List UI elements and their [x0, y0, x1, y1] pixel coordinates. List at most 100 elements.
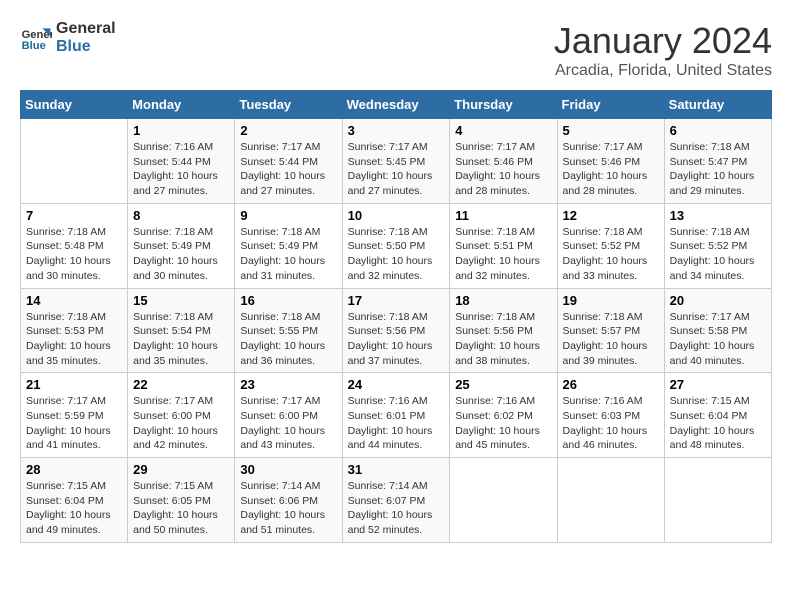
- day-info: Sunrise: 7:18 AMSunset: 5:47 PMDaylight:…: [670, 140, 766, 199]
- week-row-3: 14 Sunrise: 7:18 AMSunset: 5:53 PMDayligh…: [21, 288, 772, 373]
- calendar-cell: 24 Sunrise: 7:16 AMSunset: 6:01 PMDayligh…: [342, 373, 450, 458]
- logo-icon: General Blue: [20, 22, 52, 54]
- week-row-1: 1Sunrise: 7:16 AMSunset: 5:44 PMDaylight…: [21, 119, 772, 204]
- header-day-thursday: Thursday: [450, 91, 557, 119]
- day-number: 11: [455, 208, 551, 223]
- calendar-cell: 9 Sunrise: 7:18 AMSunset: 5:49 PMDaylight…: [235, 203, 342, 288]
- day-info: Sunrise: 7:14 AMSunset: 6:07 PMDaylight:…: [348, 479, 445, 538]
- day-info: Sunrise: 7:18 AMSunset: 5:56 PMDaylight:…: [348, 310, 445, 369]
- calendar-cell: 1Sunrise: 7:16 AMSunset: 5:44 PMDaylight…: [128, 119, 235, 204]
- day-info: Sunrise: 7:18 AMSunset: 5:57 PMDaylight:…: [563, 310, 659, 369]
- day-number: 27: [670, 377, 766, 392]
- calendar-cell: [664, 458, 771, 543]
- day-info: Sunrise: 7:18 AMSunset: 5:54 PMDaylight:…: [133, 310, 229, 369]
- day-info: Sunrise: 7:18 AMSunset: 5:49 PMDaylight:…: [240, 225, 336, 284]
- day-number: 17: [348, 293, 445, 308]
- calendar-cell: 11Sunrise: 7:18 AMSunset: 5:51 PMDayligh…: [450, 203, 557, 288]
- calendar-cell: 13 Sunrise: 7:18 AMSunset: 5:52 PMDayligh…: [664, 203, 771, 288]
- day-info: Sunrise: 7:17 AMSunset: 6:00 PMDaylight:…: [240, 394, 336, 453]
- header-day-sunday: Sunday: [21, 91, 128, 119]
- day-info: Sunrise: 7:18 AMSunset: 5:53 PMDaylight:…: [26, 310, 122, 369]
- day-number: 2: [240, 123, 336, 138]
- day-number: 4: [455, 123, 551, 138]
- day-info: Sunrise: 7:18 AMSunset: 5:56 PMDaylight:…: [455, 310, 551, 369]
- day-info: Sunrise: 7:15 AMSunset: 6:04 PMDaylight:…: [26, 479, 122, 538]
- calendar-cell: 19 Sunrise: 7:18 AMSunset: 5:57 PMDayligh…: [557, 288, 664, 373]
- day-number: 16: [240, 293, 336, 308]
- svg-text:Blue: Blue: [22, 40, 46, 52]
- week-row-5: 28Sunrise: 7:15 AMSunset: 6:04 PMDayligh…: [21, 458, 772, 543]
- day-info: Sunrise: 7:17 AMSunset: 5:46 PMDaylight:…: [455, 140, 551, 199]
- day-info: Sunrise: 7:16 AMSunset: 6:01 PMDaylight:…: [348, 394, 445, 453]
- title-block: January 2024 Arcadia, Florida, United St…: [554, 20, 772, 80]
- day-number: 15: [133, 293, 229, 308]
- day-number: 8: [133, 208, 229, 223]
- day-number: 21: [26, 377, 122, 392]
- calendar-cell: 4 Sunrise: 7:17 AMSunset: 5:46 PMDaylight…: [450, 119, 557, 204]
- calendar-cell: 17 Sunrise: 7:18 AMSunset: 5:56 PMDayligh…: [342, 288, 450, 373]
- day-info: Sunrise: 7:17 AMSunset: 5:44 PMDaylight:…: [240, 140, 336, 199]
- day-info: Sunrise: 7:17 AMSunset: 5:58 PMDaylight:…: [670, 310, 766, 369]
- day-number: 29: [133, 462, 229, 477]
- day-number: 23: [240, 377, 336, 392]
- calendar-cell: 25 Sunrise: 7:16 AMSunset: 6:02 PMDayligh…: [450, 373, 557, 458]
- calendar-cell: 12Sunrise: 7:18 AMSunset: 5:52 PMDayligh…: [557, 203, 664, 288]
- day-info: Sunrise: 7:16 AMSunset: 6:02 PMDaylight:…: [455, 394, 551, 453]
- day-number: 26: [563, 377, 659, 392]
- day-info: Sunrise: 7:14 AMSunset: 6:06 PMDaylight:…: [240, 479, 336, 538]
- day-number: 20: [670, 293, 766, 308]
- day-number: 19: [563, 293, 659, 308]
- calendar-cell: 16 Sunrise: 7:18 AMSunset: 5:55 PMDayligh…: [235, 288, 342, 373]
- calendar-cell: 23 Sunrise: 7:17 AMSunset: 6:00 PMDayligh…: [235, 373, 342, 458]
- day-number: 7: [26, 208, 122, 223]
- calendar-cell: 7Sunrise: 7:18 AMSunset: 5:48 PMDaylight…: [21, 203, 128, 288]
- day-number: 25: [455, 377, 551, 392]
- day-info: Sunrise: 7:17 AMSunset: 6:00 PMDaylight:…: [133, 394, 229, 453]
- day-info: Sunrise: 7:16 AMSunset: 5:44 PMDaylight:…: [133, 140, 229, 199]
- day-info: Sunrise: 7:17 AMSunset: 5:59 PMDaylight:…: [26, 394, 122, 453]
- day-info: Sunrise: 7:18 AMSunset: 5:52 PMDaylight:…: [670, 225, 766, 284]
- calendar-cell: [450, 458, 557, 543]
- calendar-cell: 2 Sunrise: 7:17 AMSunset: 5:44 PMDaylight…: [235, 119, 342, 204]
- day-info: Sunrise: 7:15 AMSunset: 6:04 PMDaylight:…: [670, 394, 766, 453]
- calendar-table: SundayMondayTuesdayWednesdayThursdayFrid…: [20, 90, 772, 543]
- day-number: 22: [133, 377, 229, 392]
- day-info: Sunrise: 7:18 AMSunset: 5:55 PMDaylight:…: [240, 310, 336, 369]
- calendar-cell: [21, 119, 128, 204]
- calendar-cell: 18Sunrise: 7:18 AMSunset: 5:56 PMDayligh…: [450, 288, 557, 373]
- day-info: Sunrise: 7:18 AMSunset: 5:52 PMDaylight:…: [563, 225, 659, 284]
- calendar-cell: 21 Sunrise: 7:17 AMSunset: 5:59 PMDayligh…: [21, 373, 128, 458]
- calendar-cell: 22 Sunrise: 7:17 AMSunset: 6:00 PMDayligh…: [128, 373, 235, 458]
- day-number: 10: [348, 208, 445, 223]
- logo: General Blue General Blue: [20, 20, 116, 55]
- calendar-subtitle: Arcadia, Florida, United States: [554, 62, 772, 80]
- header-day-monday: Monday: [128, 91, 235, 119]
- calendar-cell: 14 Sunrise: 7:18 AMSunset: 5:53 PMDayligh…: [21, 288, 128, 373]
- header-day-tuesday: Tuesday: [235, 91, 342, 119]
- day-number: 24: [348, 377, 445, 392]
- day-number: 13: [670, 208, 766, 223]
- logo-text-line1: General: [56, 20, 116, 38]
- day-info: Sunrise: 7:18 AMSunset: 5:50 PMDaylight:…: [348, 225, 445, 284]
- logo-text-line2: Blue: [56, 38, 116, 56]
- day-number: 9: [240, 208, 336, 223]
- calendar-cell: 15 Sunrise: 7:18 AMSunset: 5:54 PMDayligh…: [128, 288, 235, 373]
- header-day-saturday: Saturday: [664, 91, 771, 119]
- header-day-friday: Friday: [557, 91, 664, 119]
- calendar-cell: 29 Sunrise: 7:15 AMSunset: 6:05 PMDayligh…: [128, 458, 235, 543]
- calendar-cell: 31 Sunrise: 7:14 AMSunset: 6:07 PMDayligh…: [342, 458, 450, 543]
- calendar-cell: 27 Sunrise: 7:15 AMSunset: 6:04 PMDayligh…: [664, 373, 771, 458]
- calendar-cell: 28Sunrise: 7:15 AMSunset: 6:04 PMDayligh…: [21, 458, 128, 543]
- day-info: Sunrise: 7:18 AMSunset: 5:49 PMDaylight:…: [133, 225, 229, 284]
- day-number: 31: [348, 462, 445, 477]
- calendar-cell: 3Sunrise: 7:17 AMSunset: 5:45 PMDaylight…: [342, 119, 450, 204]
- calendar-cell: 5Sunrise: 7:17 AMSunset: 5:46 PMDaylight…: [557, 119, 664, 204]
- calendar-cell: 26 Sunrise: 7:16 AMSunset: 6:03 PMDayligh…: [557, 373, 664, 458]
- day-info: Sunrise: 7:16 AMSunset: 6:03 PMDaylight:…: [563, 394, 659, 453]
- day-number: 14: [26, 293, 122, 308]
- day-info: Sunrise: 7:15 AMSunset: 6:05 PMDaylight:…: [133, 479, 229, 538]
- calendar-header: SundayMondayTuesdayWednesdayThursdayFrid…: [21, 91, 772, 119]
- calendar-cell: 10 Sunrise: 7:18 AMSunset: 5:50 PMDayligh…: [342, 203, 450, 288]
- week-row-4: 21 Sunrise: 7:17 AMSunset: 5:59 PMDayligh…: [21, 373, 772, 458]
- calendar-cell: 30Sunrise: 7:14 AMSunset: 6:06 PMDayligh…: [235, 458, 342, 543]
